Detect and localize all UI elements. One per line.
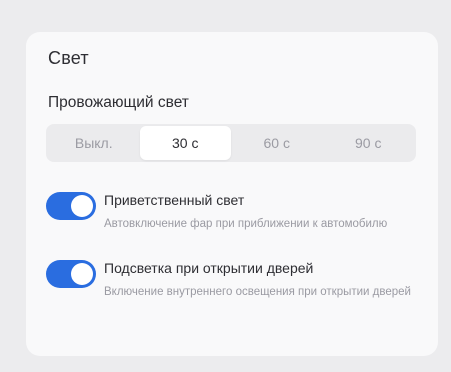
follow-me-light-title: Провожающий свет (48, 94, 189, 111)
welcome-light-description: Автовключение фар при приближении к авто… (104, 218, 388, 230)
welcome-light-toggle[interactable] (46, 192, 96, 220)
door-light-toggle[interactable] (46, 260, 96, 288)
door-light-label: Подсветка при открытии дверей (104, 260, 314, 276)
section-title: Свет (48, 48, 89, 68)
toggle-knob (71, 195, 93, 217)
toggle-knob (71, 263, 93, 285)
light-settings-panel: Свет Провожающий свет Выкл. 30 с 60 с 90… (26, 32, 438, 356)
option-90s[interactable]: 90 с (323, 126, 415, 160)
welcome-light-label: Приветственный свет (104, 192, 245, 208)
option-30s[interactable]: 30 с (139, 126, 231, 160)
option-60s[interactable]: 60 с (231, 126, 323, 160)
option-off[interactable]: Выкл. (48, 126, 140, 160)
follow-me-light-selector: Выкл. 30 с 60 с 90 с (46, 124, 416, 162)
door-light-description: Включение внутреннего освещения при откр… (104, 286, 411, 298)
